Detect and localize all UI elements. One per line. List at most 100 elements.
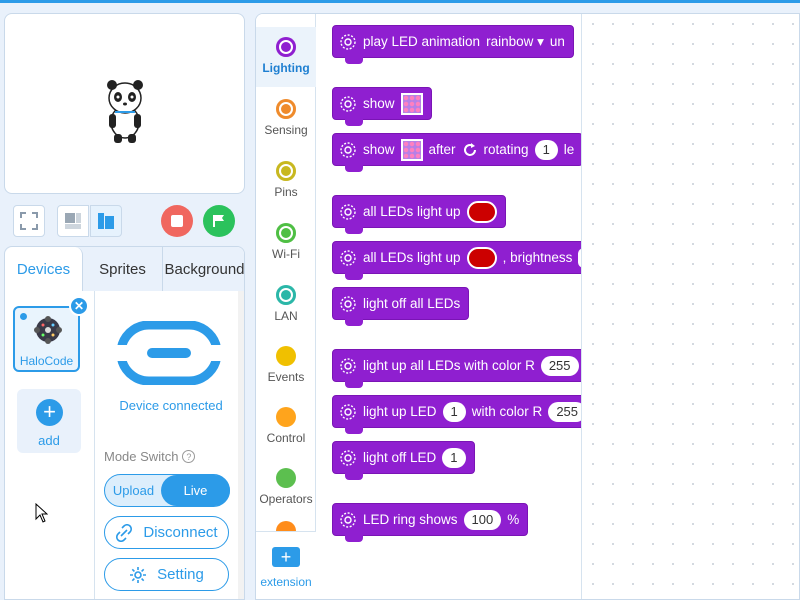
top-accent-bar [0,0,800,3]
setting-label: Setting [157,566,204,583]
halocode-board-icon [34,316,62,344]
block-light-up-all-leds-rgb[interactable]: light up all LEDs with color R 255 [332,349,581,388]
category-lighting[interactable]: Lighting [256,27,316,87]
device-card-halocode[interactable]: HaloCode [13,306,80,372]
lan-icon [276,285,296,305]
category-sensing[interactable]: Sensing [256,89,316,149]
block-show[interactable]: show [332,87,432,126]
brightness-input[interactable] [578,247,581,268]
unlink-icon [116,523,133,542]
percent-input[interactable]: 100 [463,509,502,530]
device-list: HaloCode ✕ + add [5,291,95,599]
mode-switch-text: Mode Switch [104,449,179,464]
animation-dropdown[interactable]: rainbow ▾ [486,34,544,50]
block-light-up-led-rgb[interactable]: light up LED 1 with color R 255 [332,395,581,434]
led-ring-icon [340,449,356,466]
rotate-clockwise-icon [463,142,476,156]
category-wifi[interactable]: Wi-Fi [256,213,316,273]
led-ring-icon [340,295,356,312]
large-stage-button[interactable] [90,205,122,237]
block-play-led-animation[interactable]: play LED animation rainbow ▾ un [332,25,574,64]
block-led-ring-shows[interactable]: LED ring shows 100 % [332,503,529,542]
red-value-input[interactable]: 255 [548,401,581,422]
led-pattern-picker[interactable] [400,92,423,115]
events-icon [276,346,296,366]
category-partial[interactable] [256,511,316,531]
lighting-icon [276,37,296,57]
disconnect-label: Disconnect [143,524,218,541]
device-panel-scrollbar[interactable] [238,291,244,599]
variables-icon [276,521,296,531]
selected-dot [20,313,27,320]
disconnect-button[interactable]: Disconnect [104,516,229,549]
tab-sprites[interactable]: Sprites [83,247,163,291]
pins-icon [276,161,296,181]
add-label: add [38,433,60,448]
flag-icon [213,215,224,227]
led-ring-icon [340,249,356,266]
large-stage-icon [98,213,114,229]
mouse-cursor-icon [35,503,48,523]
device-panel: Devices Sprites Background HaloCode ✕ + … [4,246,245,600]
led-ring-icon [340,33,356,50]
color-picker[interactable] [466,200,497,223]
panda-sprite[interactable] [105,78,145,144]
stage-canvas[interactable] [4,13,245,194]
go-button[interactable] [203,205,235,237]
small-stage-icon [65,213,81,229]
block-light-off-all-leds[interactable]: light off all LEDs [332,287,470,326]
gear-icon [130,566,147,583]
add-extension-icon: + [272,547,300,567]
led-ring-icon [340,203,356,220]
sensing-icon [276,99,296,119]
block-show-rotating[interactable]: show after rotating 1 le [332,133,581,172]
extension-label: extension [260,575,312,589]
category-control[interactable]: Control [256,397,316,457]
mode-upload-option[interactable]: Upload [105,475,162,506]
category-operators[interactable]: Operators [256,458,316,518]
led-ring-icon [340,357,356,374]
block-palette[interactable]: play LED animation rainbow ▾ un show sho… [317,14,582,599]
device-tabs: Devices Sprites Background [5,247,244,291]
led-pattern-picker[interactable] [400,138,423,161]
tab-devices[interactable]: Devices [5,247,83,291]
connection-status: Device connected [119,398,223,413]
mode-switch[interactable]: Upload Live [104,474,230,507]
setting-button[interactable]: Setting [104,558,229,591]
rotate-count-input[interactable]: 1 [534,139,558,160]
category-pins[interactable]: Pins [256,151,316,211]
help-icon[interactable]: ? [182,450,196,463]
category-list: Lighting Sensing Pins Wi-Fi LAN Events C… [256,14,316,599]
remove-device-icon[interactable]: ✕ [69,296,89,316]
small-stage-button[interactable] [57,205,89,237]
plus-icon: + [36,399,63,426]
mode-live-option[interactable]: Live [161,475,230,506]
category-lan[interactable]: LAN [256,275,316,335]
extension-button[interactable]: + extension [256,531,316,599]
red-value-input[interactable]: 255 [540,355,579,376]
stop-button[interactable] [161,205,193,237]
block-all-leds-brightness[interactable]: all LEDs light up , brightness [332,241,581,280]
color-picker[interactable] [466,246,497,269]
device-name: HaloCode [19,354,74,368]
mode-switch-label: Mode Switch? [104,449,196,464]
led-index-input[interactable]: 1 [442,401,466,422]
led-index-input[interactable]: 1 [442,447,466,468]
add-device-button[interactable]: + add [17,389,81,453]
stop-icon [171,215,183,227]
fullscreen-icon [20,212,38,230]
category-events[interactable]: Events [256,336,316,396]
wifi-icon [276,223,296,243]
blocks-panel: Lighting Sensing Pins Wi-Fi LAN Events C… [255,13,800,600]
link-icon [117,321,221,385]
control-icon [276,407,296,427]
fullscreen-button[interactable] [13,205,45,237]
led-ring-icon [340,403,356,420]
block-all-leds-light-up[interactable]: all LEDs light up [332,195,506,234]
block-light-off-led[interactable]: light off LED 1 [332,441,475,480]
tab-background[interactable]: Background [163,247,244,291]
led-ring-icon [340,141,356,158]
operators-icon [276,468,296,488]
led-ring-icon [340,511,356,528]
script-workspace[interactable] [583,14,799,599]
